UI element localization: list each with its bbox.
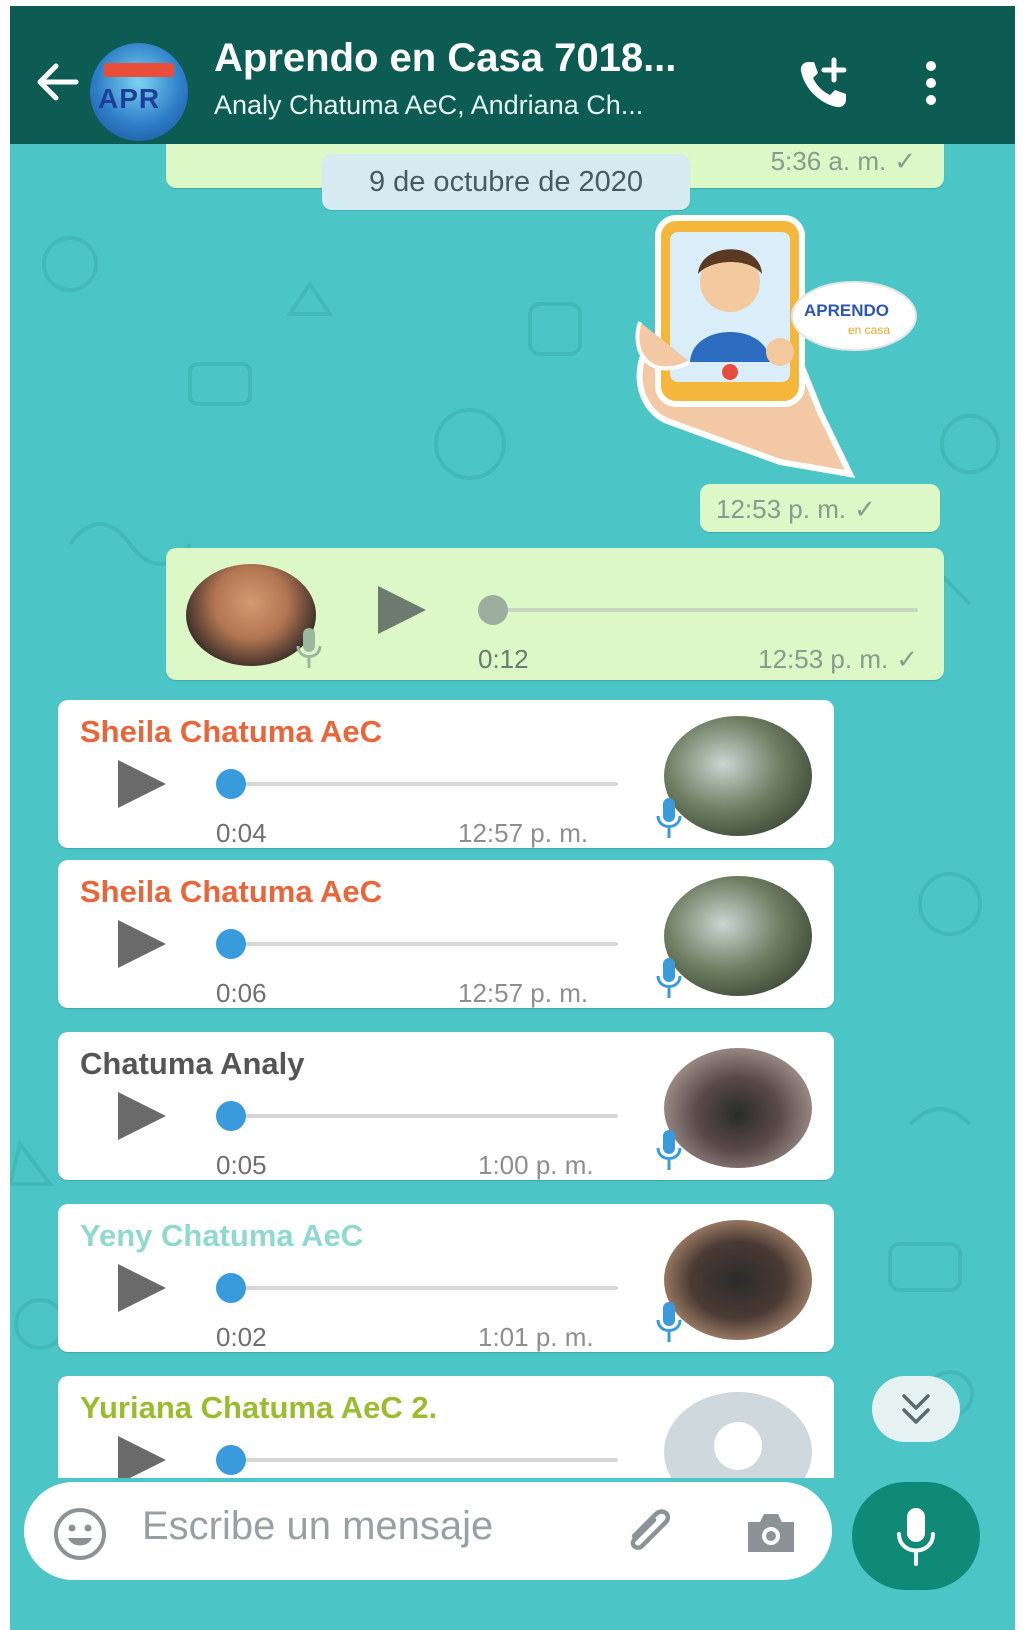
message-list[interactable]: 5:36 a. m. ✓ 9 de octubre de 2020 APRENDO… xyxy=(10,144,1015,1478)
message-composer: Escribe un mensaje xyxy=(24,1482,832,1580)
sent-check-icon: ✓ xyxy=(854,494,876,524)
audio-progress-knob[interactable] xyxy=(478,595,508,625)
emoji-icon[interactable] xyxy=(52,1506,108,1562)
voice-message-incoming[interactable]: Chatuma Analy 0:05 1:00 p. m. xyxy=(58,1032,834,1180)
audio-progress-track[interactable] xyxy=(488,608,918,612)
sender-avatar xyxy=(664,1048,812,1168)
play-button[interactable] xyxy=(118,1092,166,1140)
sticker-badge-text: APRENDO xyxy=(804,301,889,320)
audio-duration: 0:06 xyxy=(216,978,267,1008)
attach-icon[interactable] xyxy=(620,1506,678,1558)
audio-progress-track[interactable] xyxy=(228,942,618,946)
voice-message-incoming[interactable]: Sheila Chatuma AeC 0:06 12:57 p. m. xyxy=(58,860,834,1008)
voice-mic-icon xyxy=(656,1130,682,1170)
more-options-icon[interactable] xyxy=(916,58,946,108)
audio-progress-knob[interactable] xyxy=(216,1273,246,1303)
play-button[interactable] xyxy=(118,1264,166,1312)
sender-name[interactable]: Chatuma Analy xyxy=(80,1046,305,1082)
microphone-icon xyxy=(897,1508,935,1566)
group-avatar[interactable]: APR xyxy=(90,43,188,141)
audio-duration: 0:12 xyxy=(478,644,529,674)
chat-header: APR Aprendo en Casa 7018... Analy Chatum… xyxy=(10,6,1015,144)
audio-progress-track[interactable] xyxy=(228,1114,618,1118)
message-time: 12:57 p. m. xyxy=(458,818,589,848)
audio-progress-knob[interactable] xyxy=(216,1445,246,1475)
back-arrow-icon[interactable] xyxy=(32,56,84,108)
sender-name[interactable]: Yuriana Chatuma AeC 2. xyxy=(80,1390,437,1426)
sender-name[interactable]: Sheila Chatuma AeC xyxy=(80,714,382,750)
audio-duration: 0:05 xyxy=(216,1150,267,1180)
audio-progress-knob[interactable] xyxy=(216,769,246,799)
date-separator: 9 de octubre de 2020 xyxy=(322,154,690,210)
aprendo-sticker[interactable]: APRENDO en casa xyxy=(630,212,920,482)
sender-name[interactable]: Sheila Chatuma AeC xyxy=(80,874,382,910)
voice-mic-icon xyxy=(656,798,682,838)
message-time: 5:36 a. m. ✓ xyxy=(770,146,916,176)
play-button[interactable] xyxy=(378,586,426,634)
audio-duration: 0:04 xyxy=(216,818,267,848)
audio-duration: 0:02 xyxy=(216,1322,267,1352)
audio-progress-knob[interactable] xyxy=(216,929,246,959)
chat-screen: APR Aprendo en Casa 7018... Analy Chatum… xyxy=(10,6,1015,1630)
sticker-badge-sub: en casa xyxy=(848,323,890,337)
camera-icon[interactable] xyxy=(742,1508,800,1556)
group-participants[interactable]: Analy Chatuma AeC, Andriana Ch... xyxy=(214,90,643,121)
sent-check-icon: ✓ xyxy=(894,146,916,176)
voice-record-button[interactable] xyxy=(852,1482,980,1590)
sent-check-icon: ✓ xyxy=(896,644,918,674)
sticker-time-pill: 12:53 p. m. ✓ xyxy=(700,484,940,532)
message-time: 12:57 p. m. xyxy=(458,978,589,1008)
voice-mic-icon xyxy=(656,1302,682,1342)
voice-message-incoming-partial[interactable]: Yuriana Chatuma AeC 2. xyxy=(58,1376,834,1478)
message-time: 1:00 p. m. xyxy=(478,1150,594,1180)
sender-avatar xyxy=(664,876,812,996)
audio-progress-track[interactable] xyxy=(228,782,618,786)
voice-message-incoming[interactable]: Sheila Chatuma AeC 0:04 12:57 p. m. xyxy=(58,700,834,848)
play-button[interactable] xyxy=(118,920,166,968)
sender-avatar xyxy=(664,716,812,836)
group-title[interactable]: Aprendo en Casa 7018... xyxy=(214,36,676,81)
add-call-icon[interactable] xyxy=(794,54,854,114)
message-input[interactable]: Escribe un mensaje xyxy=(142,1504,493,1549)
message-time: 12:53 p. m. ✓ xyxy=(758,644,918,674)
default-avatar xyxy=(664,1392,812,1478)
sender-name[interactable]: Yeny Chatuma AeC xyxy=(80,1218,363,1254)
voice-mic-icon xyxy=(656,958,682,998)
default-avatar-head xyxy=(714,1422,762,1470)
double-chevron-down-icon xyxy=(902,1394,930,1424)
audio-progress-track[interactable] xyxy=(228,1286,618,1290)
message-time: 1:01 p. m. xyxy=(478,1322,594,1352)
message-time: 12:53 p. m. ✓ xyxy=(716,494,876,524)
voice-mic-icon xyxy=(296,628,322,668)
sender-avatar xyxy=(664,1220,812,1340)
play-button[interactable] xyxy=(118,760,166,808)
voice-message-incoming[interactable]: Yeny Chatuma AeC 0:02 1:01 p. m. xyxy=(58,1204,834,1352)
voice-message-outgoing[interactable]: 0:12 12:53 p. m. ✓ xyxy=(166,548,944,680)
audio-progress-track[interactable] xyxy=(228,1458,618,1462)
audio-progress-knob[interactable] xyxy=(216,1101,246,1131)
avatar-logo-text: APR xyxy=(98,83,161,114)
scroll-to-bottom-button[interactable] xyxy=(872,1376,960,1442)
avatar-ribbon xyxy=(104,63,174,77)
play-button[interactable] xyxy=(118,1436,166,1478)
